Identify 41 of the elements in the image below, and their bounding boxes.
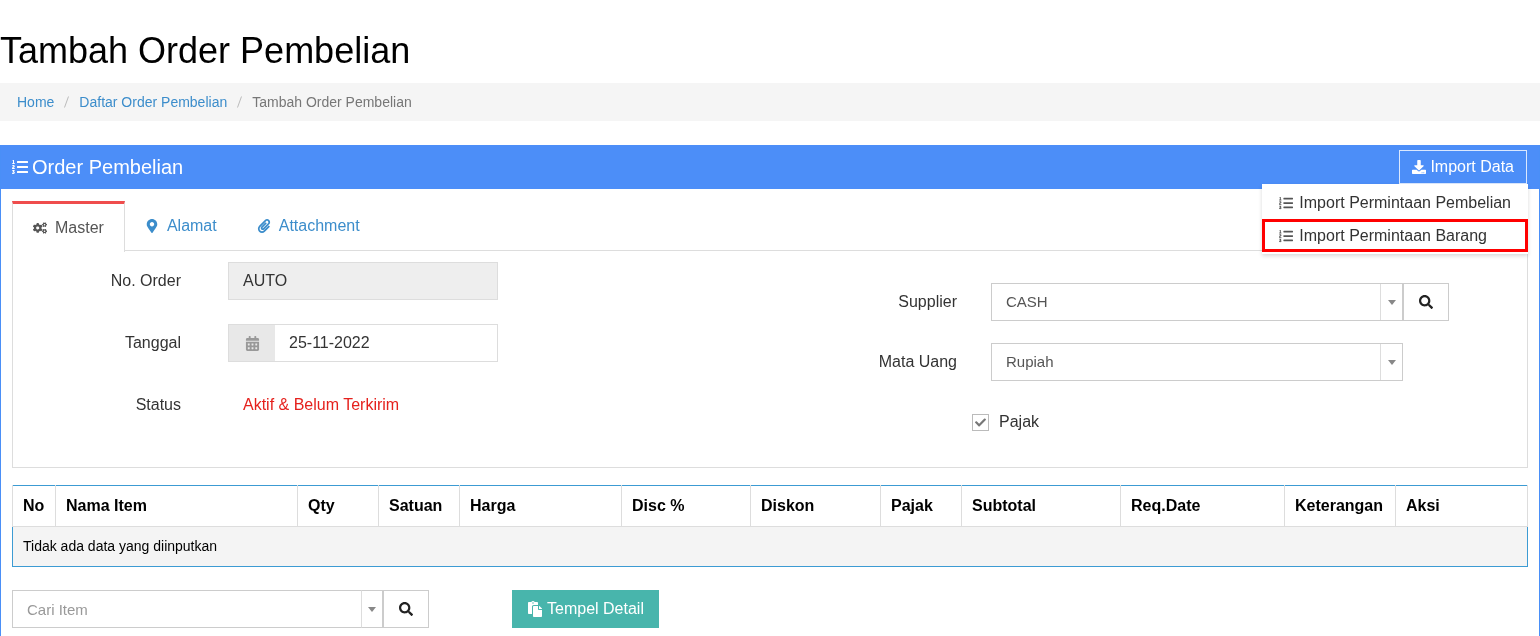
calendar-icon	[244, 335, 260, 351]
panel-title: Order Pembelian	[32, 155, 184, 180]
map-pin-icon	[144, 219, 159, 233]
gears-icon	[33, 221, 47, 235]
menu-item[interactable]: Import Permintaan Pembelian	[1262, 186, 1528, 219]
tab[interactable]: Alamat	[124, 201, 237, 251]
empty-message: Tidak ada data yang diinputkan	[12, 526, 1528, 567]
field-label: Status	[134, 395, 182, 415]
search-icon	[1419, 295, 1433, 309]
menu-item[interactable]: Import Permintaan Barang	[1262, 219, 1528, 252]
check-icon	[975, 416, 986, 428]
paste-icon	[527, 601, 543, 617]
select-field[interactable]: CASH	[991, 283, 1403, 321]
date-field[interactable]: 25-11-2022	[228, 324, 498, 362]
breadcrumb-separator	[237, 96, 243, 108]
date-value: 25-11-2022	[288, 333, 371, 353]
paperclip-icon	[256, 219, 271, 233]
search-button[interactable]	[383, 590, 429, 628]
search-button[interactable]	[1403, 283, 1449, 321]
status-text: Aktif & Belum Terkirim	[242, 395, 401, 415]
tax-checkbox[interactable]	[972, 413, 989, 431]
caret-icon	[368, 606, 376, 612]
checkbox-label: Pajak	[999, 412, 1040, 432]
field-label: Supplier	[897, 292, 957, 312]
tab[interactable]: Master	[12, 201, 125, 252]
tab[interactable]: Attachment	[236, 201, 380, 251]
breadcrumb-separator	[64, 96, 70, 108]
list-icon	[12, 159, 28, 175]
caret-icon	[1387, 299, 1396, 305]
caret-icon	[1387, 359, 1396, 365]
search-icon	[399, 602, 413, 616]
select-field[interactable]: Rupiah	[991, 343, 1403, 381]
order-number-field: AUTO	[228, 262, 498, 300]
field-label: No. Order	[109, 271, 182, 291]
download-icon	[1412, 160, 1427, 174]
list-icon	[1279, 228, 1294, 243]
field-label: Tanggal	[123, 333, 182, 353]
list-icon	[1279, 195, 1294, 210]
field-label: Mata Uang	[877, 352, 957, 372]
item-search-field[interactable]: Cari Item	[12, 590, 361, 628]
page-title: Tambah Order Pembelian	[0, 29, 411, 73]
